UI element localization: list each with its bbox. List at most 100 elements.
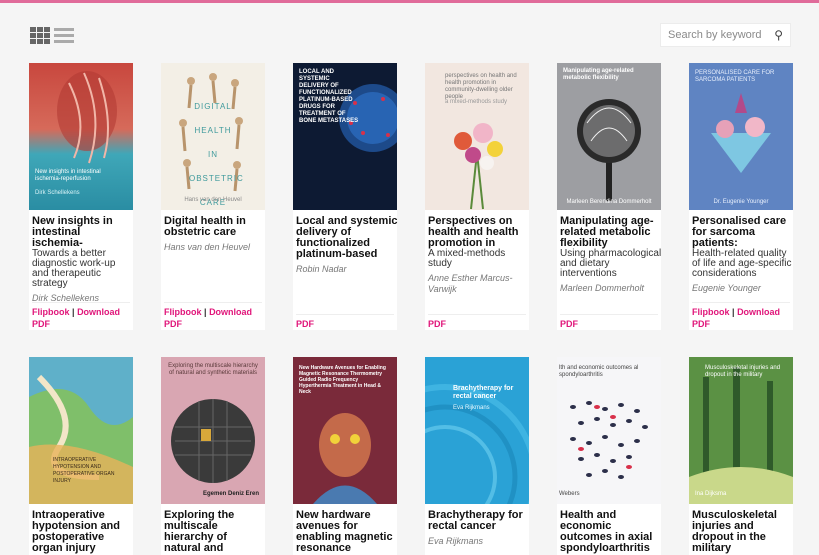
- cover-author: Marleen Berendina Dommerholt: [566, 199, 652, 205]
- book-cover[interactable]: Musculoskeletal injuries and dropout in …: [689, 357, 793, 504]
- grid-view-icon[interactable]: [30, 27, 50, 44]
- cover-title: perspectives on health and health promot…: [445, 73, 517, 100]
- cover-author: Eva Rijkmans: [453, 405, 490, 411]
- book-title[interactable]: New hardware avenues for enabling magnet…: [296, 510, 398, 554]
- cover-title: Brachytherapy for rectal cancer: [453, 385, 514, 400]
- download-links: Flipbook | Download PDF: [692, 302, 790, 330]
- book-title[interactable]: Health and economic outcomes in axial sp…: [560, 510, 662, 554]
- cover-author: Dr. Eugenie Younger: [713, 199, 769, 205]
- flipbook-link[interactable]: Flipbook: [164, 307, 202, 317]
- book-cover[interactable]: New Hardware Avenues for Enabling Magnet…: [293, 357, 397, 504]
- book-title[interactable]: Manipulating age-related metabolic flexi…: [560, 216, 662, 249]
- book-title[interactable]: Personalised care for sarcoma patients:: [692, 216, 794, 249]
- pdf-link[interactable]: PDF: [296, 319, 314, 329]
- cover-title: DIGITAL HEALTH IN OBSTETRIC CARE: [189, 102, 244, 207]
- book-card[interactable]: Exploring the multiscale hierarchy of na…: [161, 357, 265, 555]
- download-links: PDF: [428, 314, 526, 330]
- book-cover[interactable]: LOCAL AND SYSTEMIC DELIVERY OF FUNCTIONA…: [293, 63, 397, 210]
- book-cover[interactable]: Manipulating age-related metabolic flexi…: [557, 63, 661, 210]
- cover-pattern: [570, 401, 648, 479]
- cover-author: Hans van den Heuvel: [184, 197, 242, 203]
- link-separator: |: [204, 307, 207, 317]
- download-links: Flipbook | Download PDF: [32, 302, 130, 330]
- book-title[interactable]: Intraoperative hypotension and postopera…: [32, 510, 134, 554]
- book-card[interactable]: New insights in intestinal ischemia-repe…: [29, 63, 133, 330]
- book-card[interactable]: INTRAOPERATIVE HYPOTENSION AND POSTOPERA…: [29, 357, 133, 555]
- download-links: Flipbook | Download PDF: [164, 302, 262, 330]
- cover-title: Musculoskeletal injuries and dropout in …: [705, 365, 781, 378]
- cover-title: New Hardware Avenues for Enabling Magnet…: [299, 365, 386, 395]
- download-link[interactable]: Download: [737, 307, 780, 317]
- book-author: Marleen Dommerholt: [560, 283, 645, 293]
- book-title[interactable]: Musculoskeletal injuries and dropout in …: [692, 510, 794, 554]
- book-cover[interactable]: Brachytherapy for rectal cancer Eva Rijk…: [425, 357, 529, 504]
- cover-pattern: [689, 357, 793, 504]
- pdf-link[interactable]: PDF: [32, 319, 50, 329]
- book-author: Eugenie Younger: [692, 283, 761, 293]
- book-cover[interactable]: lth and economic outcomes al spondyloart…: [557, 357, 661, 504]
- book-cover[interactable]: INTRAOPERATIVE HYPOTENSION AND POSTOPERA…: [29, 357, 133, 504]
- flipbook-link[interactable]: Flipbook: [692, 307, 730, 317]
- list-view-icon[interactable]: [54, 27, 74, 44]
- book-author: Hans van den Heuvel: [164, 242, 251, 252]
- cover-subtitle: a mixed-methods study: [445, 99, 508, 105]
- book-subtitle: Towards a better diagnostic work-up and …: [32, 248, 116, 289]
- book-author: Eva Rijkmans: [428, 536, 484, 546]
- book-card[interactable]: Musculoskeletal injuries and dropout in …: [689, 357, 793, 555]
- cover-title: Manipulating age-related metabolic flexi…: [563, 68, 634, 81]
- view-toggle: [30, 27, 74, 44]
- book-card[interactable]: Manipulating age-related metabolic flexi…: [557, 63, 661, 330]
- cover-author: Egemen Deniz Eren: [202, 491, 259, 497]
- pdf-link[interactable]: PDF: [428, 319, 446, 329]
- pdf-link[interactable]: PDF: [560, 319, 578, 329]
- book-title[interactable]: Digital health in obstetric care: [164, 216, 266, 238]
- search-box: ⚲: [660, 23, 791, 47]
- book-card[interactable]: lth and economic outcomes al spondyloart…: [557, 357, 661, 555]
- book-title[interactable]: Perspectives on health and health promot…: [428, 216, 530, 249]
- book-title[interactable]: Brachytherapy for rectal cancer: [428, 510, 530, 532]
- flipbook-link[interactable]: Flipbook: [32, 307, 70, 317]
- link-separator: |: [732, 307, 735, 317]
- book-card[interactable]: DIGITAL HEALTH IN OBSTETRIC CARE Hans va…: [161, 63, 265, 330]
- pdf-link[interactable]: PDF: [164, 319, 182, 329]
- book-title[interactable]: Local and systemic delivery of functiona…: [296, 216, 398, 260]
- book-subtitle: Using pharmacological and dietary interv…: [560, 248, 662, 279]
- book-subtitle: Health-related quality of life and age-s…: [692, 248, 792, 279]
- download-links: PDF: [560, 314, 658, 330]
- cover-pattern: [425, 384, 529, 504]
- book-cover[interactable]: PERSONALISED CARE FOR SARCOMA PATIENTS D…: [689, 63, 793, 210]
- cover-author: Ina Dijksma: [695, 491, 727, 497]
- book-title[interactable]: New insights in intestinal ischemia-repe…: [32, 216, 134, 249]
- book-cover[interactable]: perspectives on health and health promot…: [425, 63, 529, 210]
- download-links: PDF: [296, 314, 394, 330]
- search-icon[interactable]: ⚲: [774, 28, 783, 42]
- cover-pattern: [171, 399, 255, 483]
- download-link[interactable]: Download: [77, 307, 120, 317]
- book-cover[interactable]: Exploring the multiscale hierarchy of na…: [161, 357, 265, 504]
- cover-title: INTRAOPERATIVE HYPOTENSION AND POSTOPERA…: [53, 457, 115, 484]
- book-card[interactable]: PERSONALISED CARE FOR SARCOMA PATIENTS D…: [689, 63, 793, 330]
- cover-author: Dirk Schellekens: [35, 190, 80, 196]
- cover-title: PERSONALISED CARE FOR SARCOMA PATIENTS: [695, 70, 775, 83]
- book-card[interactable]: Brachytherapy for rectal cancer Eva Rijk…: [425, 357, 529, 555]
- cover-pattern: [57, 71, 117, 164]
- cover-title: New insights in intestinal ischemia-repe…: [35, 169, 101, 182]
- book-card[interactable]: LOCAL AND SYSTEMIC DELIVERY OF FUNCTIONA…: [293, 63, 398, 330]
- book-author: Anne Esther Marcus-Varwijk: [428, 273, 513, 294]
- cover-title: LOCAL AND SYSTEMIC DELIVERY OF FUNCTIONA…: [299, 69, 359, 124]
- book-cover[interactable]: New insights in intestinal ischemia-repe…: [29, 63, 133, 210]
- book-card[interactable]: perspectives on health and health promot…: [425, 63, 529, 330]
- cover-pattern: [711, 93, 771, 173]
- top-accent-line: [0, 0, 819, 3]
- cover-pattern: [577, 99, 641, 201]
- download-link[interactable]: Download: [209, 307, 252, 317]
- book-card[interactable]: New Hardware Avenues for Enabling Magnet…: [293, 357, 397, 555]
- link-separator: |: [72, 307, 75, 317]
- book-cover[interactable]: DIGITAL HEALTH IN OBSTETRIC CARE Hans va…: [161, 63, 265, 210]
- cover-title: Exploring the multiscale hierarchy of na…: [168, 363, 258, 376]
- search-input[interactable]: [668, 29, 772, 41]
- cover-title: lth and economic outcomes al spondyloart…: [559, 365, 639, 378]
- cover-author: Webers: [559, 491, 580, 497]
- pdf-link[interactable]: PDF: [692, 319, 710, 329]
- book-title[interactable]: Exploring the multiscale hierarchy of na…: [164, 510, 266, 554]
